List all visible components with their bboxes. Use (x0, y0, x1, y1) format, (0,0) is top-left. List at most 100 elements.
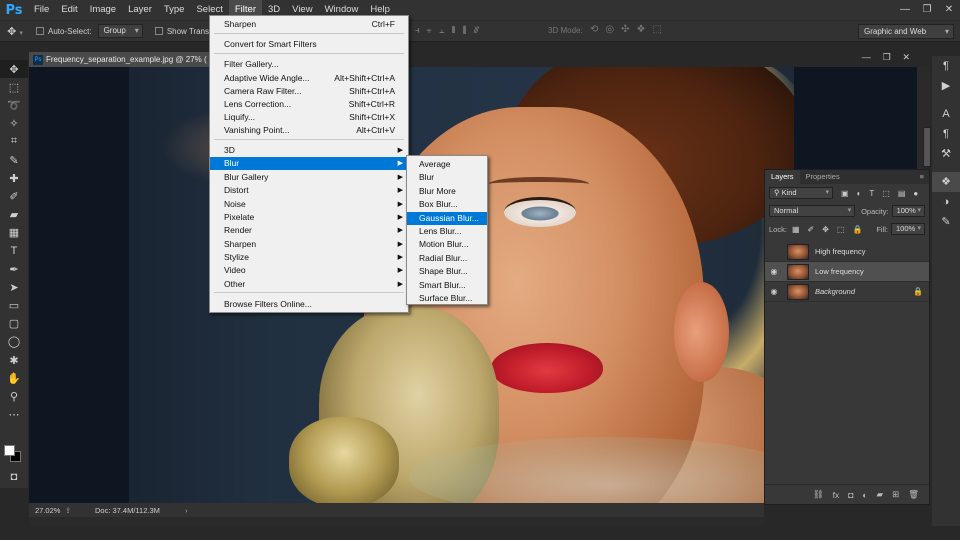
more-tools-icon[interactable]: ⋯ (0, 406, 28, 424)
visibility-eye-icon[interactable]: ◉ (765, 267, 783, 276)
shape-filter-icon[interactable]: ⬚ (882, 189, 890, 198)
filter-menu-item-adaptive-wide-angle[interactable]: Adaptive Wide Angle... Alt+Shift+Ctrl+A (210, 72, 408, 85)
share-icon[interactable]: ⇪ (65, 506, 95, 515)
blur-item-box-blur[interactable]: Box Blur... (407, 198, 487, 211)
ellipse-tool-icon[interactable]: ◯ (0, 333, 28, 351)
blur-item-blur-more[interactable]: Blur More (407, 185, 487, 198)
layer-row[interactable]: ◉ Low frequency (765, 262, 929, 282)
align-center-icon[interactable]: ⫟ (427, 25, 432, 36)
adjustment-filter-icon[interactable]: ◐ (857, 189, 862, 198)
paths-icon[interactable]: ✎ (932, 212, 960, 232)
new-layer-icon[interactable]: ⊞ (892, 489, 899, 500)
minimize-icon[interactable]: — (894, 0, 916, 20)
doc-close-icon[interactable]: ✕ (903, 52, 911, 66)
blur-item-lens-blur[interactable]: Lens Blur... (407, 225, 487, 238)
crop-tool-icon[interactable]: ⌗ (0, 133, 28, 151)
blur-item-gaussian-blur[interactable]: Gaussian Blur... (407, 211, 487, 225)
artboard-tool-icon[interactable]: ⬚ (0, 78, 28, 96)
smart-object-filter-icon[interactable]: ▤ (898, 189, 906, 198)
blend-mode-select[interactable]: Normal (769, 205, 856, 217)
filter-menu-item-vanishing-point[interactable]: Vanishing Point... Alt+Ctrl+V (210, 124, 408, 137)
scroll-thumb[interactable] (923, 127, 931, 167)
brush-tool-icon[interactable]: ✐ (0, 187, 28, 205)
filter-menu-item-video[interactable]: Video ▶ (210, 264, 408, 277)
menu-layer[interactable]: Layer (122, 0, 158, 20)
layer-row[interactable]: High frequency (765, 242, 929, 262)
tab-layers[interactable]: Layers (765, 170, 800, 184)
blur-item-shape-blur[interactable]: Shape Blur... (407, 265, 487, 278)
tools-preset-icon[interactable]: ⚒ (932, 144, 960, 164)
add-mask-icon[interactable]: ◘ (848, 490, 853, 500)
tab-properties[interactable]: Properties (800, 170, 846, 184)
doc-minimize-icon[interactable]: — (862, 52, 871, 66)
lock-transparent-icon[interactable]: ▦ (792, 225, 800, 234)
paragraph-style-icon[interactable]: ¶ (932, 124, 960, 144)
gradient-tool-icon[interactable]: ▦ (0, 224, 28, 242)
align-right-icon[interactable]: ⫠ (439, 25, 444, 36)
character-icon[interactable]: A (932, 104, 960, 124)
fx-icon[interactable]: fx (833, 490, 840, 500)
auto-select-checkbox[interactable] (36, 27, 44, 35)
workspace-switcher[interactable]: Graphic and Web (858, 24, 954, 39)
opacity-field[interactable]: 100% (891, 205, 925, 217)
filter-menu-item-pixelate[interactable]: Pixelate ▶ (210, 211, 408, 224)
blur-item-surface-blur[interactable]: Surface Blur... (407, 292, 487, 305)
filter-menu-item-filter-gallery[interactable]: Filter Gallery... (210, 58, 408, 71)
adjustment-layer-icon[interactable]: ◐ (862, 490, 867, 500)
move-tool-icon[interactable]: ✥ (0, 60, 28, 79)
blur-item-blur[interactable]: Blur (407, 171, 487, 184)
filter-menu-item-render[interactable]: Render ▶ (210, 224, 408, 237)
new-group-icon[interactable]: ▰ (877, 489, 884, 500)
filter-kind-select[interactable]: ⚲ Kind (769, 187, 833, 199)
filter-menu-item-3d[interactable]: 3D ▶ (210, 144, 408, 157)
blur-item-average[interactable]: Average (407, 158, 487, 171)
scale-icon[interactable]: ⬚ (652, 24, 661, 35)
type-tool-icon[interactable]: T (0, 242, 28, 260)
show-transform-checkbox[interactable] (154, 27, 163, 35)
filter-menu-item-stylize[interactable]: Stylize ▶ (210, 251, 408, 264)
magic-wand-icon[interactable]: ✧ (0, 115, 28, 133)
healing-brush-icon[interactable]: ✚ (0, 169, 28, 187)
rounded-rect-icon[interactable]: ▢ (0, 315, 28, 333)
move-tool-icon[interactable]: ✥ ▾ (0, 25, 30, 38)
lasso-tool-icon[interactable]: ➰ (0, 96, 28, 114)
doc-maximize-icon[interactable]: ❐ (883, 52, 891, 66)
filter-menu-item-noise[interactable]: Noise ▶ (210, 198, 408, 211)
fill-field[interactable]: 100% (891, 223, 925, 235)
custom-shape-icon[interactable]: ✱ (0, 351, 28, 369)
menu-image[interactable]: Image (84, 0, 122, 20)
filter-menu-item-other[interactable]: Other ▶ (210, 278, 408, 291)
filter-menu-item-blur-gallery[interactable]: Blur Gallery ▶ (210, 171, 408, 184)
filter-menu-item-liquify[interactable]: Liquify... Shift+Ctrl+X (210, 111, 408, 124)
lock-artboard-icon[interactable]: ⬚ (837, 225, 845, 234)
play-actions-icon[interactable]: ▶ (932, 76, 960, 96)
orbit-icon[interactable]: ⟲ (590, 24, 598, 35)
status-menu-arrow[interactable]: › (185, 506, 188, 515)
panel-menu-icon[interactable]: ≡ (920, 170, 929, 184)
filter-menu-item-convert-for-smart-filters[interactable]: Convert for Smart Filters (210, 38, 408, 51)
eyedropper-icon[interactable]: ✎ (0, 151, 28, 169)
menu-file[interactable]: File (28, 0, 55, 20)
horizontal-scrollbar[interactable] (29, 517, 764, 526)
delete-layer-icon[interactable]: 🗑 (908, 489, 919, 500)
distribute-h-icon[interactable]: ⫼ (462, 25, 466, 36)
distribute-v-icon[interactable]: ⫻ (474, 25, 479, 36)
zoom-level[interactable]: 27.02% (29, 506, 65, 515)
type-filter-icon[interactable]: T (869, 189, 874, 198)
lock-all-icon[interactable]: 🔒 (852, 225, 862, 234)
lock-position-icon[interactable]: ✥ (822, 225, 829, 234)
filter-menu-item-distort[interactable]: Distort ▶ (210, 184, 408, 197)
channels-icon[interactable]: ◑ (932, 192, 960, 212)
filter-menu-item-browse-filters-online[interactable]: Browse Filters Online... (210, 298, 408, 311)
document-tab[interactable]: Ps Frequency_separation_example.jpg @ 27%… (29, 52, 209, 67)
maximize-icon[interactable]: ❐ (916, 0, 938, 20)
filter-toggle-icon[interactable]: ● (913, 189, 918, 198)
blur-item-smart-blur[interactable]: Smart Blur... (407, 279, 487, 292)
align-left-icon[interactable]: ⫞ (415, 25, 420, 36)
foreground-color-swatch[interactable] (4, 445, 15, 456)
zoom-tool-icon[interactable]: ⚲ (0, 387, 28, 405)
distribute-icon[interactable]: ⦀ (451, 25, 455, 36)
link-layers-icon[interactable]: ⛓ (813, 489, 824, 500)
menu-type[interactable]: Type (158, 0, 191, 20)
lock-pixels-icon[interactable]: ✐ (808, 225, 815, 234)
